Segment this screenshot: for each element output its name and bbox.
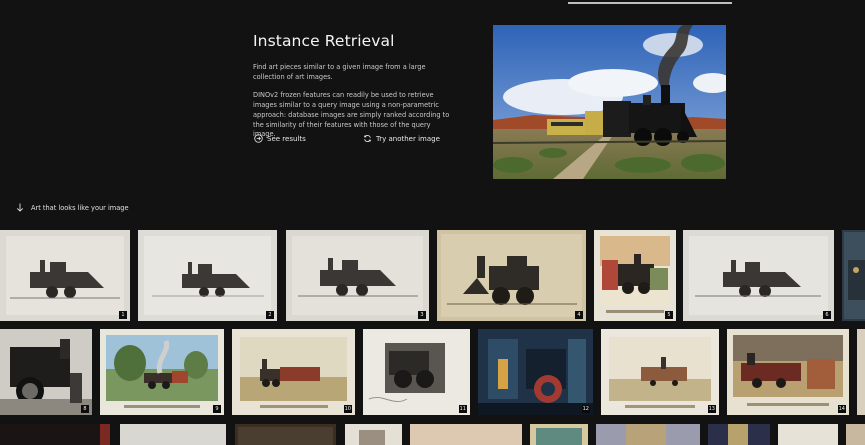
rank-badge: 2 (266, 311, 274, 319)
rank-badge: 6 (823, 311, 831, 319)
rank-badge: 3 (418, 311, 426, 319)
result-image[interactable]: 4 (437, 230, 586, 321)
result-image[interactable]: 2 (138, 230, 277, 321)
rank-badge: 10 (343, 405, 352, 413)
result-image[interactable] (410, 424, 522, 445)
result-image[interactable] (345, 424, 402, 445)
result-image[interactable]: 13 (601, 329, 719, 415)
rank-badge: 4 (575, 311, 583, 319)
result-image[interactable] (530, 424, 588, 445)
rank-badge: 8 (81, 405, 89, 413)
result-image[interactable] (842, 230, 865, 321)
result-image[interactable] (0, 424, 110, 445)
see-results-label: See results (267, 134, 306, 143)
rank-badge: 9 (213, 405, 221, 413)
intro-method-description: DINOv2 frozen features can readily be us… (253, 91, 450, 139)
result-image[interactable] (235, 424, 336, 445)
try-another-image-button[interactable]: Try another image (363, 134, 440, 143)
result-image[interactable]: 1 (0, 230, 130, 321)
result-image[interactable]: 9 (100, 329, 224, 415)
rank-badge: 12 (581, 405, 590, 413)
rank-badge: 5 (665, 311, 673, 319)
page-title: Instance Retrieval (253, 32, 395, 50)
arrow-circle-icon (254, 134, 263, 143)
result-image[interactable]: 14 (727, 329, 849, 415)
results-section-label: Art that looks like your image (16, 203, 129, 212)
result-image[interactable] (596, 424, 700, 445)
refresh-icon (364, 135, 371, 142)
result-image[interactable] (846, 424, 865, 445)
result-image[interactable]: 5 (594, 230, 676, 321)
top-divider (568, 2, 732, 4)
query-image (493, 25, 726, 179)
result-image[interactable]: 11 (363, 329, 470, 415)
result-image[interactable]: 6 (683, 230, 834, 321)
arrow-down-icon (16, 203, 24, 212)
result-image[interactable]: 8 (0, 329, 92, 415)
result-image[interactable] (857, 329, 865, 415)
rank-badge: 14 (837, 405, 846, 413)
intro-panel: Instance Retrieval Find art pieces simil… (253, 32, 453, 149)
results-section-title: Art that looks like your image (31, 203, 129, 212)
result-image[interactable] (778, 424, 838, 445)
result-image[interactable]: 3 (286, 230, 429, 321)
intro-description: Find art pieces similar to a given image… (253, 63, 426, 81)
rank-badge: 1 (119, 311, 127, 319)
try-another-label: Try another image (376, 134, 440, 143)
see-results-button[interactable]: See results (254, 134, 306, 143)
rank-badge: 11 (458, 405, 467, 413)
rank-badge: 13 (707, 405, 716, 413)
result-image[interactable]: 12 (478, 329, 593, 415)
result-image[interactable] (708, 424, 770, 445)
result-image[interactable]: 10 (232, 329, 355, 415)
result-image[interactable] (120, 424, 226, 445)
